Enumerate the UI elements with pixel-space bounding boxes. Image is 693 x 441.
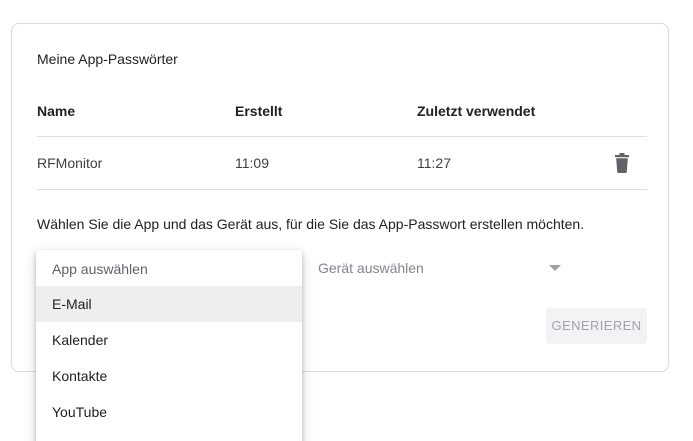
trash-icon[interactable] [613, 153, 631, 173]
device-select[interactable]: Gerät auswählen [317, 250, 567, 286]
app-option-contacts[interactable]: Kontakte [36, 358, 302, 394]
column-header-last-used: Zuletzt verwendet [417, 103, 536, 119]
row-created: 11:09 [235, 155, 269, 171]
app-option-youtube[interactable]: YouTube [36, 394, 302, 430]
generate-button[interactable]: GENERIEREN [546, 308, 647, 344]
app-option-calendar[interactable]: Kalender [36, 322, 302, 358]
card-title: Meine App-Passwörter [37, 51, 178, 67]
column-header-created: Erstellt [235, 103, 283, 119]
app-option-email[interactable]: E-Mail [36, 286, 302, 322]
column-header-name: Name [37, 103, 76, 119]
instruction-text: Wählen Sie die App und das Gerät aus, fü… [37, 216, 585, 232]
row-app-name: RFMonitor [37, 155, 103, 171]
table-divider [37, 189, 647, 190]
row-last-used: 11:27 [417, 155, 451, 171]
app-select-dropdown[interactable]: App auswählen E-Mail Kalender Kontakte Y… [36, 250, 302, 441]
table-divider [37, 136, 647, 137]
chevron-down-icon [549, 265, 561, 271]
app-select-placeholder: App auswählen [52, 261, 148, 277]
device-select-placeholder: Gerät auswählen [318, 260, 424, 276]
page: Meine App-Passwörter Name Erstellt Zulet… [0, 0, 693, 441]
